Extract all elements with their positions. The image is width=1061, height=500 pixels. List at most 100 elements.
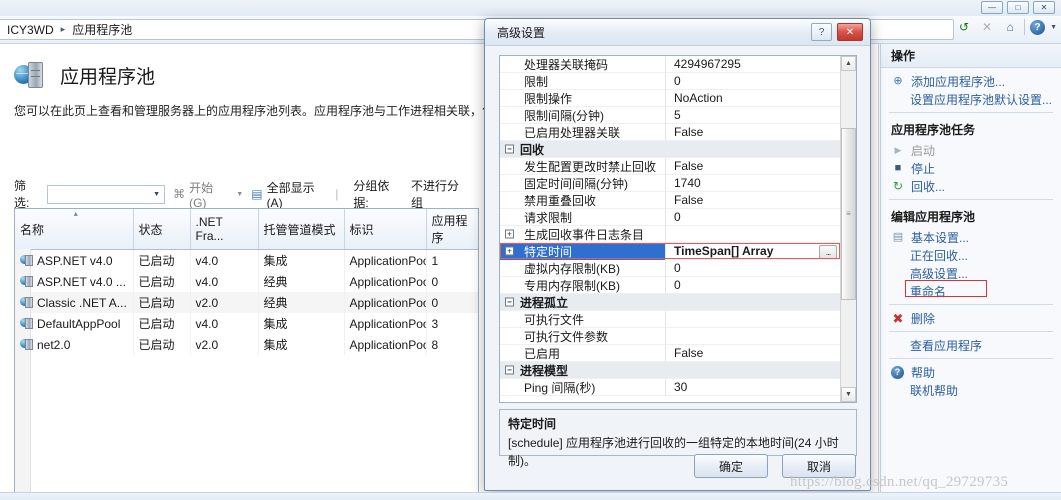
table-row[interactable]: net2.0 已启动 v2.0 集成 ApplicationPoolI... 8 bbox=[15, 334, 478, 355]
action-advanced-settings[interactable]: 高级设置... bbox=[881, 264, 1061, 282]
property-value[interactable]: 0 bbox=[666, 74, 840, 88]
property-row[interactable]: 专用内存限制(KB) 0 bbox=[500, 276, 840, 294]
collapse-icon[interactable]: − bbox=[505, 365, 514, 375]
action-add-app-pool[interactable]: ⊕ 添加应用程序池... bbox=[881, 72, 1061, 90]
action-view-apps[interactable]: 查看应用程序 bbox=[881, 336, 1061, 354]
home-icon[interactable]: ⌂ bbox=[1001, 18, 1019, 36]
cell-identity: ApplicationPoolI... bbox=[344, 271, 427, 292]
scrollbar-thumb[interactable]: ≡ bbox=[841, 128, 856, 300]
action-set-defaults[interactable]: 设置应用程序池默认设置... bbox=[881, 90, 1061, 108]
property-row[interactable]: 已启用处理器关联 False bbox=[500, 123, 840, 141]
actions-divider bbox=[889, 358, 1053, 359]
close-icon[interactable]: ✕ bbox=[1033, 1, 1055, 14]
action-stop[interactable]: ■ 停止 bbox=[881, 159, 1061, 177]
col-header-apps[interactable]: 应用程序 bbox=[426, 209, 478, 250]
cell-status: 已启动 bbox=[133, 249, 191, 271]
property-value[interactable]: False bbox=[666, 193, 840, 207]
ok-button[interactable]: 确定 bbox=[694, 454, 768, 478]
show-all-button[interactable]: ▤ 全部显示(A) bbox=[251, 179, 329, 210]
scroll-up-icon[interactable]: ▲ bbox=[841, 56, 856, 71]
property-category-row[interactable]: − 进程孤立 bbox=[500, 294, 840, 311]
col-header-status[interactable]: 状态 bbox=[133, 209, 191, 250]
property-row[interactable]: 限制间隔(分钟) 5 bbox=[500, 106, 840, 124]
property-value[interactable]: TimeSpan[] Array bbox=[666, 244, 840, 258]
property-value[interactable]: 0 bbox=[666, 210, 840, 224]
action-basic-settings[interactable]: ▤ 基本设置... bbox=[881, 228, 1061, 246]
collapse-icon[interactable]: − bbox=[505, 144, 514, 154]
table-row[interactable]: DefaultAppPool 已启动 v4.0 集成 ApplicationPo… bbox=[15, 313, 478, 334]
expand-icon[interactable]: + bbox=[505, 229, 514, 239]
chevron-down-icon[interactable]: ▼ bbox=[153, 191, 160, 198]
filter-input[interactable]: ▼ bbox=[46, 184, 166, 204]
property-category-row[interactable]: − 回收 bbox=[500, 141, 840, 158]
action-view-apps-label: 查看应用程序 bbox=[910, 338, 983, 353]
property-value[interactable]: 5 bbox=[666, 108, 840, 122]
action-recycling[interactable]: 正在回收... bbox=[881, 246, 1061, 264]
help-icon[interactable]: ? bbox=[1030, 19, 1046, 35]
property-value[interactable]: 0 bbox=[666, 261, 840, 275]
filter-go-button[interactable]: ⌘ 开始(G) ▼ bbox=[173, 179, 243, 210]
property-value[interactable]: NoAction bbox=[666, 91, 840, 105]
property-row[interactable]: Ping 间隔(秒) 30 bbox=[500, 378, 840, 396]
col-header-name[interactable]: ▴ 名称 bbox=[15, 209, 134, 250]
property-row-expandable[interactable]: + 生成回收事件日志条目 bbox=[500, 225, 840, 243]
expand-icon[interactable]: + bbox=[505, 246, 514, 256]
property-grid-scrollbar[interactable]: ▲ ≡ ▼ bbox=[840, 56, 856, 402]
property-row[interactable]: 发生配置更改时禁止回收 False bbox=[500, 157, 840, 175]
property-value[interactable]: 0 bbox=[666, 278, 840, 292]
scroll-down-icon[interactable]: ▼ bbox=[841, 387, 856, 402]
chevron-down-icon[interactable]: ▼ bbox=[236, 191, 243, 198]
table-row[interactable]: ASP.NET v4.0 已启动 v4.0 集成 ApplicationPool… bbox=[15, 249, 478, 271]
action-delete[interactable]: ✖ 删除 bbox=[881, 309, 1061, 327]
property-row[interactable]: 请求限制 0 bbox=[500, 208, 840, 226]
cell-apps: 3 bbox=[426, 313, 478, 334]
ellipsis-button[interactable]: ... bbox=[819, 245, 837, 259]
property-value[interactable]: False bbox=[666, 346, 840, 360]
property-row-selected[interactable]: + 特定时间 TimeSpan[] Array ... bbox=[500, 242, 840, 260]
col-header-identity[interactable]: 标识 bbox=[344, 209, 427, 250]
app-pool-list[interactable]: ▴ 名称 状态 .NET Fra... 托管管道模式 标识 应用程序 ASP.N… bbox=[14, 208, 479, 500]
table-row[interactable]: ASP.NET v4.0 ... 已启动 v4.0 经典 Application… bbox=[15, 271, 478, 292]
group-by-value[interactable]: 不进行分组 bbox=[411, 177, 470, 211]
refresh-icon[interactable]: ↺ bbox=[955, 18, 973, 36]
address-toolbar: ↺ ✕ ⌂ ? ▼ bbox=[955, 18, 1057, 36]
property-category-row[interactable]: − 进程模型 bbox=[500, 362, 840, 379]
action-rename[interactable]: 重命名 bbox=[881, 282, 1061, 300]
property-row[interactable]: 已启用 False bbox=[500, 344, 840, 362]
property-key: 特定时间 bbox=[500, 242, 666, 260]
property-row[interactable]: 处理器关联掩码 4294967295 bbox=[500, 56, 840, 73]
minimize-icon[interactable]: — bbox=[981, 1, 1003, 14]
collapse-icon[interactable]: − bbox=[505, 297, 514, 307]
property-row[interactable]: 可执行文件 bbox=[500, 310, 840, 328]
action-start[interactable]: ▶ 启动 bbox=[881, 141, 1061, 159]
dialog-close-icon[interactable]: ✕ bbox=[837, 23, 863, 41]
property-row[interactable]: 虚拟内存限制(KB) 0 bbox=[500, 259, 840, 277]
property-row[interactable]: 可执行文件参数 bbox=[500, 327, 840, 345]
property-row[interactable]: 禁用重叠回收 False bbox=[500, 191, 840, 209]
property-grid[interactable]: 处理器关联掩码 4294967295 限制 0 限制操作 NoAction 限制… bbox=[499, 55, 857, 403]
property-value[interactable]: False bbox=[666, 159, 840, 173]
action-online-help[interactable]: 联机帮助 bbox=[881, 381, 1061, 399]
breadcrumb-current[interactable]: 应用程序池 bbox=[72, 21, 132, 38]
col-header-framework[interactable]: .NET Fra... bbox=[190, 209, 259, 250]
col-header-pipeline[interactable]: 托管管道模式 bbox=[258, 209, 345, 250]
app-pool-icon bbox=[20, 275, 33, 288]
property-row[interactable]: 限制操作 NoAction bbox=[500, 89, 840, 107]
property-row[interactable]: 固定时间间隔(分钟) 1740 bbox=[500, 174, 840, 192]
property-value[interactable]: 4294967295 bbox=[666, 57, 840, 71]
action-help[interactable]: ? 帮助 bbox=[881, 363, 1061, 381]
cell-name: ASP.NET v4.0 bbox=[15, 249, 134, 271]
table-row[interactable]: Classic .NET A... 已启动 v2.0 经典 Applicatio… bbox=[15, 292, 478, 313]
action-basic-settings-label: 基本设置... bbox=[911, 230, 970, 245]
restore-icon[interactable]: □ bbox=[1007, 1, 1029, 14]
action-recycle[interactable]: ↻ 回收... bbox=[881, 177, 1061, 195]
property-value[interactable]: False bbox=[666, 125, 840, 139]
dialog-help-icon[interactable]: ? bbox=[811, 23, 832, 41]
action-recycling-label: 正在回收... bbox=[910, 248, 969, 263]
property-value[interactable]: 30 bbox=[666, 380, 840, 394]
property-value[interactable]: 1740 bbox=[666, 176, 840, 190]
chevron-down-icon[interactable]: ▼ bbox=[1050, 24, 1057, 31]
stop-icon[interactable]: ✕ bbox=[978, 18, 996, 36]
property-row[interactable]: 限制 0 bbox=[500, 72, 840, 90]
breadcrumb-root[interactable]: ICY3WD bbox=[7, 23, 54, 37]
